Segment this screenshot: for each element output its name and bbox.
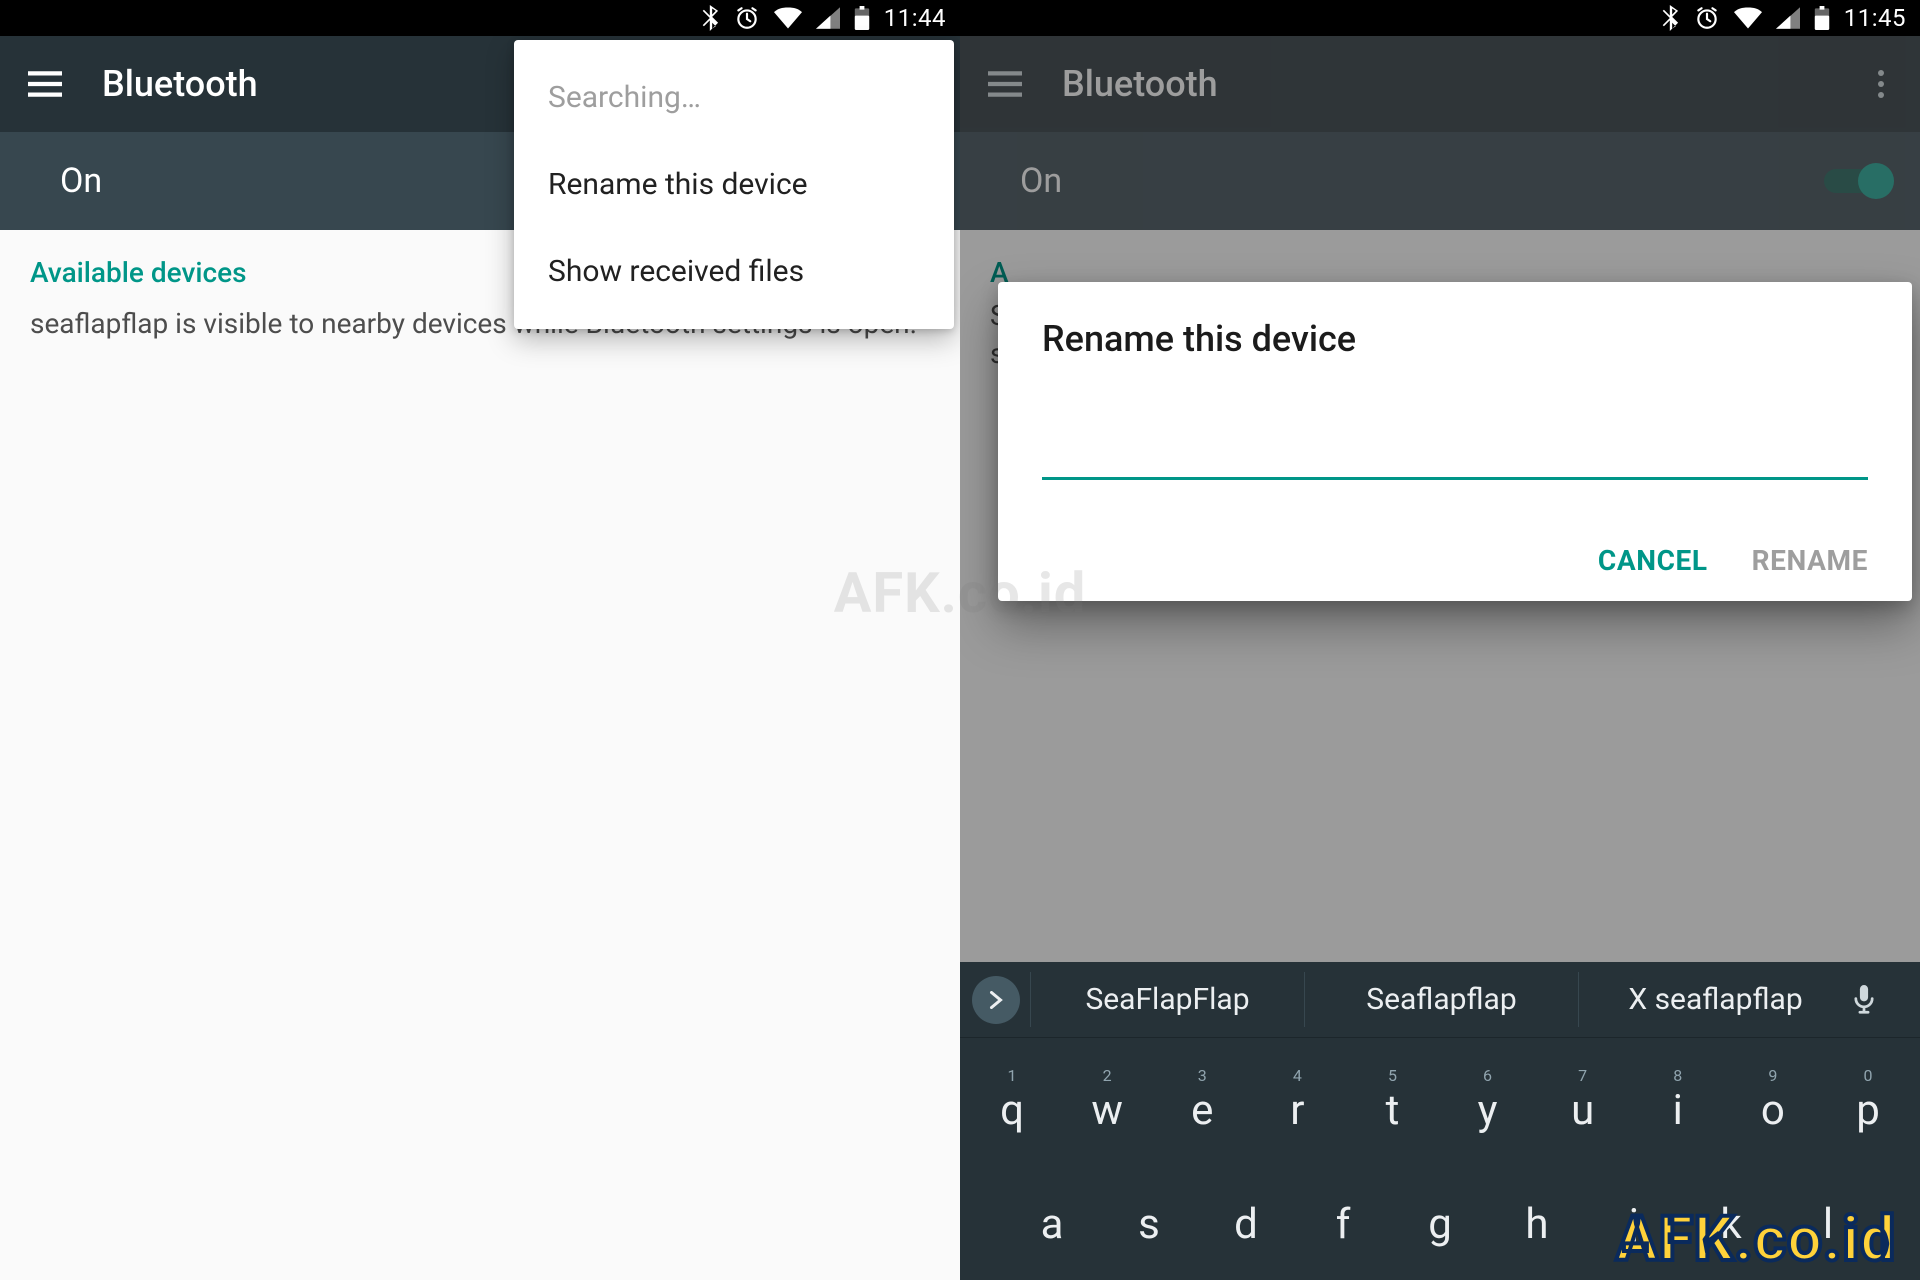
overflow-menu: Searching… Rename this device Show recei… [514, 40, 954, 329]
signal-icon [1776, 7, 1800, 29]
menu-item-searching: Searching… [514, 54, 954, 141]
keyboard-row: 1q2w3e4r5t6y7u8i9o0p [960, 1038, 1920, 1152]
key-e[interactable]: 3e [1158, 1048, 1246, 1152]
phone-left: 11:44 Bluetooth On Available devices sea… [0, 0, 960, 1280]
keyboard-suggestion[interactable]: Seaflapflap [1304, 972, 1578, 1027]
keyboard-suggestion[interactable]: SeaFlapFlap [1030, 972, 1304, 1027]
rename-device-dialog: Rename this device CANCEL RENAME [998, 282, 1912, 601]
keyboard-suggestion-bar: SeaFlapFlap Seaflapflap X seaflapflap [960, 962, 1920, 1038]
key-h[interactable]: h [1493, 1162, 1581, 1266]
alarm-icon [734, 5, 760, 31]
key-q[interactable]: 1q [968, 1048, 1056, 1152]
status-bar: 11:44 [0, 0, 960, 36]
toggle-label: On [60, 161, 102, 201]
signal-icon [816, 7, 840, 29]
key-f[interactable]: f [1299, 1162, 1387, 1266]
key-l[interactable]: l [1784, 1162, 1872, 1266]
status-time: 11:44 [884, 4, 946, 32]
phone-right: 11:45 Bluetooth On A S s Rename this dev… [960, 0, 1920, 1280]
status-bar: 11:45 [960, 0, 1920, 36]
soft-keyboard: SeaFlapFlap Seaflapflap X seaflapflap 1q… [960, 962, 1920, 1280]
bluetooth-icon [702, 5, 720, 31]
wifi-icon [1734, 7, 1762, 29]
page-title: Bluetooth [102, 63, 258, 105]
rename-button[interactable]: RENAME [1752, 544, 1868, 577]
menu-item-rename-device[interactable]: Rename this device [514, 141, 954, 228]
device-name-input[interactable] [1042, 418, 1868, 480]
mic-icon[interactable] [1852, 985, 1908, 1015]
alarm-icon [1694, 5, 1720, 31]
key-r[interactable]: 4r [1253, 1048, 1341, 1152]
battery-icon [854, 6, 870, 30]
cancel-button[interactable]: CANCEL [1598, 544, 1708, 577]
key-s[interactable]: s [1105, 1162, 1193, 1266]
status-time: 11:45 [1844, 4, 1906, 32]
bluetooth-icon [1662, 5, 1680, 31]
key-o[interactable]: 9o [1729, 1048, 1817, 1152]
key-w[interactable]: 2w [1063, 1048, 1151, 1152]
key-y[interactable]: 6y [1444, 1048, 1532, 1152]
menu-item-show-received-files[interactable]: Show received files [514, 228, 954, 315]
keyboard-suggestion[interactable]: X seaflapflap [1578, 972, 1852, 1027]
keyboard-row: asdfghjkl [960, 1152, 1920, 1280]
key-t[interactable]: 5t [1348, 1048, 1436, 1152]
key-u[interactable]: 7u [1539, 1048, 1627, 1152]
key-k[interactable]: k [1687, 1162, 1775, 1266]
key-j[interactable]: j [1590, 1162, 1678, 1266]
expand-suggestions-icon[interactable] [972, 976, 1020, 1024]
key-a[interactable]: a [1008, 1162, 1096, 1266]
menu-icon[interactable] [28, 71, 62, 97]
key-i[interactable]: 8i [1634, 1048, 1722, 1152]
wifi-icon [774, 7, 802, 29]
battery-icon [1814, 6, 1830, 30]
key-d[interactable]: d [1202, 1162, 1290, 1266]
dialog-title: Rename this device [1042, 318, 1868, 360]
key-g[interactable]: g [1396, 1162, 1484, 1266]
key-p[interactable]: 0p [1824, 1048, 1912, 1152]
